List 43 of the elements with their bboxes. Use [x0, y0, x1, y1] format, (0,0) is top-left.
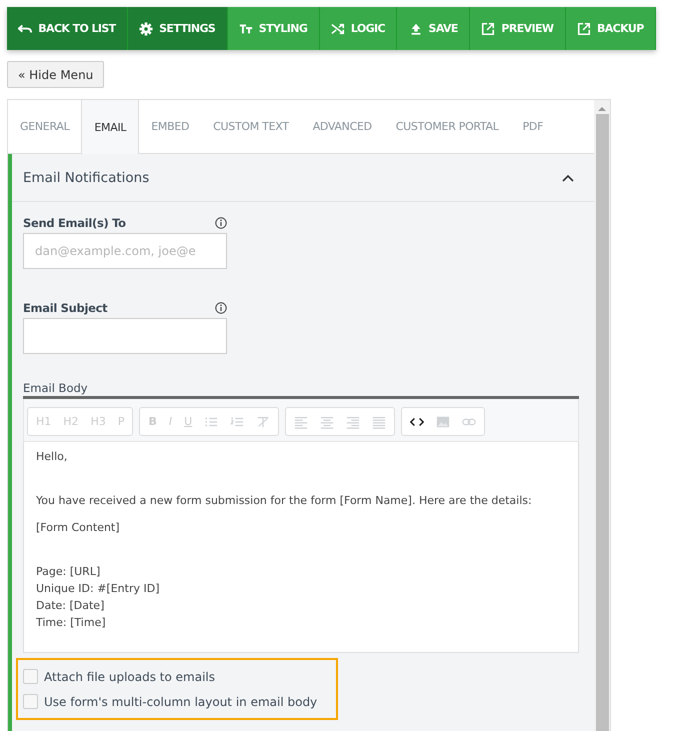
- checkbox-label: Use form's multi-column layout in email body: [44, 694, 318, 708]
- shuffle-icon: [330, 22, 345, 36]
- input-field[interactable]: dan@example.com, joe@e: [23, 233, 227, 269]
- checkbox[interactable]: [23, 669, 38, 684]
- body-paragraph: Hello,: [36, 449, 68, 465]
- align-justify-icon: [372, 414, 386, 428]
- input-field[interactable]: [23, 318, 227, 354]
- settings-tab[interactable]: EMAIL: [81, 100, 140, 154]
- align-center-icon: [320, 414, 334, 428]
- back-to-list-button[interactable]: BACK TO LIST: [7, 7, 128, 50]
- checkbox-label: Attach file uploads to emails: [44, 670, 216, 684]
- body-paragraph: Page: [URL] Unique ID: #[Entry ID] Date: [Date] Time: [Time]: [36, 564, 160, 631]
- bulleted-list-icon: [204, 414, 218, 428]
- field-label: Email Subject: [23, 301, 108, 315]
- toolbar-button[interactable]: PREVIEW: [470, 7, 566, 50]
- collapse-chevron-icon[interactable]: [562, 174, 574, 182]
- field-label: Send Email(s) To: [23, 216, 126, 230]
- gear-icon: [139, 22, 154, 36]
- scroll-up-icon[interactable]: [598, 106, 606, 112]
- info-icon[interactable]: [215, 217, 227, 229]
- toolbar-button[interactable]: STYLING: [228, 7, 320, 50]
- email-body-editor[interactable]: Hello, You have received a new form submission for the form [Form Name]. Here are the details: [Form Content] Page: [URL] Unique ID: #[Entry ID] Date: [Date] Time: [Time]: [23, 442, 579, 653]
- upload-icon: [408, 22, 423, 36]
- toolbar-button[interactable]: LOGIC: [320, 7, 398, 50]
- checkbox[interactable]: [23, 694, 38, 709]
- info-icon[interactable]: [215, 302, 227, 314]
- toolbar-button[interactable]: SAVE: [397, 7, 470, 50]
- toolbar-button[interactable]: SETTINGS: [128, 7, 228, 50]
- section-title: Email Notifications: [23, 170, 150, 186]
- hide-menu-button[interactable]: « Hide Menu: [7, 61, 104, 88]
- image-icon: [436, 414, 450, 428]
- body-paragraph: [Form Content]: [36, 520, 121, 536]
- align-left-icon: [294, 414, 308, 428]
- numbered-list-icon: [230, 414, 244, 428]
- body-paragraph: You have received a new form submission for the form [Form Name]. Here are the details:: [36, 493, 533, 509]
- field-label: Email Body: [23, 381, 89, 395]
- external-link-icon: [576, 22, 591, 36]
- clear-format-icon: [256, 414, 270, 428]
- align-right-icon: [346, 414, 360, 428]
- text-size-icon: [238, 22, 253, 36]
- toolbar-button[interactable]: BACKUP: [566, 7, 656, 50]
- external-link-icon: [481, 22, 496, 36]
- scrollbar-thumb[interactable]: [596, 114, 608, 731]
